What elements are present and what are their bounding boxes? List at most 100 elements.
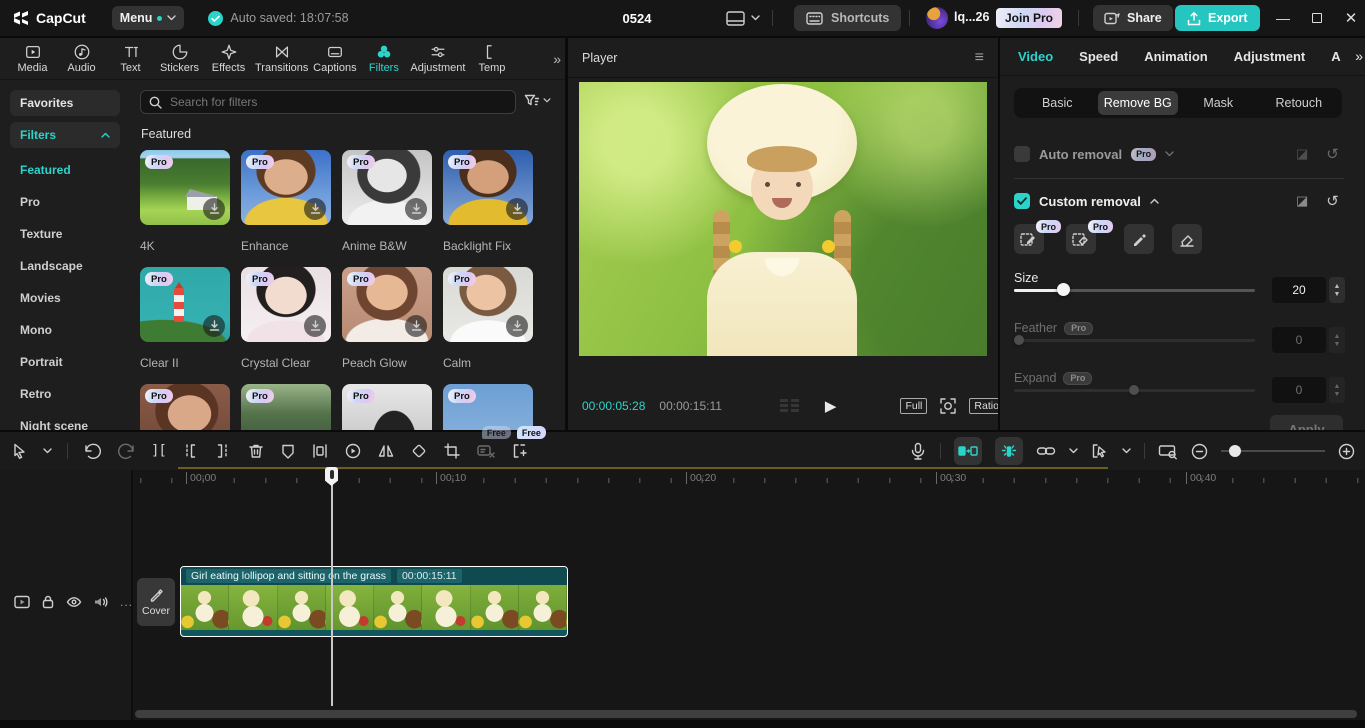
- filter-card-peach-glow[interactable]: Pro Peach Glow: [342, 267, 432, 384]
- tab-filters[interactable]: Filters: [359, 43, 408, 74]
- remove-captions-button[interactable]: Free: [476, 442, 496, 460]
- link-clips-button[interactable]: [1036, 444, 1056, 458]
- layout-switcher[interactable]: [726, 11, 760, 26]
- lock-icon[interactable]: [41, 594, 55, 609]
- expand-slider[interactable]: [1014, 383, 1255, 397]
- snapping-toggle[interactable]: [995, 437, 1023, 465]
- redo-button[interactable]: [117, 443, 136, 460]
- inspector-tabs-overflow-chevron[interactable]: »: [1353, 48, 1363, 64]
- size-slider[interactable]: [1014, 283, 1255, 297]
- crop-button[interactable]: [443, 442, 461, 460]
- apply-button[interactable]: Apply: [1270, 415, 1343, 430]
- delete-left-button[interactable]: [181, 442, 199, 460]
- ratio-button[interactable]: Ratio: [969, 398, 998, 414]
- sidebar-item-mono[interactable]: Mono: [10, 316, 120, 344]
- cover-button[interactable]: Cover: [137, 578, 175, 626]
- eraser-tool[interactable]: [1172, 224, 1202, 254]
- mirror-button[interactable]: [377, 442, 395, 460]
- tabs-overflow-chevron[interactable]: »: [553, 51, 561, 67]
- size-value[interactable]: 20: [1272, 277, 1326, 303]
- download-icon[interactable]: [304, 315, 326, 337]
- filter-card-calm[interactable]: Pro Calm: [443, 267, 533, 384]
- reset-icon[interactable]: ↺: [1326, 192, 1339, 210]
- freeze-frame-button[interactable]: [311, 442, 329, 460]
- chevron-down-icon[interactable]: [1122, 448, 1131, 454]
- timeline-horizontal-scrollbar[interactable]: [135, 710, 1357, 718]
- filter-card[interactable]: Pro: [140, 384, 230, 430]
- sidebar-item-landscape[interactable]: Landscape: [10, 252, 120, 280]
- delete-right-button[interactable]: [214, 442, 232, 460]
- filter-sort-control[interactable]: [524, 93, 551, 107]
- chevron-down-icon[interactable]: [1069, 448, 1078, 454]
- playhead-line[interactable]: [331, 470, 333, 706]
- video-preview[interactable]: [579, 82, 987, 356]
- download-icon[interactable]: [405, 315, 427, 337]
- auto-ripple-toggle[interactable]: [954, 437, 982, 465]
- expand-value[interactable]: 0: [1272, 377, 1326, 403]
- download-icon[interactable]: [304, 198, 326, 220]
- player-menu-icon[interactable]: ≡: [975, 49, 984, 67]
- preview-cursor-button[interactable]: [1091, 443, 1109, 459]
- download-icon[interactable]: [405, 198, 427, 220]
- download-icon[interactable]: [506, 315, 528, 337]
- split-button[interactable]: ][: [151, 443, 166, 459]
- eye-icon[interactable]: [66, 596, 82, 608]
- keyframe-icon[interactable]: ◪: [1296, 193, 1308, 209]
- tab-text[interactable]: Text: [106, 43, 155, 74]
- filter-card-4k[interactable]: Pro 4K: [140, 150, 230, 267]
- size-stepper[interactable]: ▲▼: [1329, 277, 1345, 303]
- sidebar-group-filters[interactable]: Filters: [10, 122, 120, 148]
- speed-button[interactable]: [344, 442, 362, 460]
- select-tool[interactable]: [10, 442, 28, 460]
- feather-slider[interactable]: [1014, 333, 1255, 347]
- tab-adjustment[interactable]: Adjustment: [408, 43, 467, 74]
- filter-card[interactable]: Pro: [342, 384, 432, 430]
- export-button[interactable]: Export: [1175, 5, 1260, 31]
- feather-stepper[interactable]: ▲▼: [1329, 327, 1345, 353]
- sidebar-item-retro[interactable]: Retro: [10, 380, 120, 408]
- auto-removal-checkbox[interactable]: [1014, 146, 1030, 162]
- track-more-button[interactable]: ...: [120, 595, 133, 609]
- feather-value[interactable]: 0: [1272, 327, 1326, 353]
- sidebar-favorites[interactable]: Favorites: [10, 90, 120, 116]
- mark-button[interactable]: [280, 443, 296, 460]
- filter-card-clear-ii[interactable]: Pro Clear II: [140, 267, 230, 384]
- brush-tool[interactable]: [1124, 224, 1154, 254]
- tab-adjustment[interactable]: Adjustment: [1234, 49, 1306, 64]
- filter-card-enhance[interactable]: Pro Enhance: [241, 150, 331, 267]
- tab-effects[interactable]: Effects: [204, 43, 253, 74]
- video-clip[interactable]: Girl eating lollipop and sitting on the …: [180, 566, 568, 637]
- sidebar-item-movies[interactable]: Movies: [10, 284, 120, 312]
- subtab-mask[interactable]: Mask: [1178, 91, 1259, 115]
- sidebar-item-texture[interactable]: Texture: [10, 220, 120, 248]
- subtab-remove-bg[interactable]: Remove BG: [1098, 91, 1179, 115]
- expand-stepper[interactable]: ▲▼: [1329, 377, 1345, 403]
- fit-timeline-button[interactable]: [1158, 443, 1178, 460]
- tab-templates[interactable]: Temp: [467, 43, 516, 74]
- user-avatar[interactable]: [926, 7, 948, 29]
- menu-button[interactable]: Menu: [112, 6, 185, 30]
- sidebar-item-featured[interactable]: Featured: [10, 156, 120, 184]
- tab-speed[interactable]: Speed: [1079, 49, 1118, 64]
- frame-compare-icon[interactable]: [780, 399, 799, 413]
- tab-transitions[interactable]: Transitions: [253, 43, 310, 74]
- shortcuts-button[interactable]: Shortcuts: [794, 5, 901, 31]
- extract-frame-button[interactable]: Free: [511, 442, 529, 460]
- filter-card-crystal-clear[interactable]: Pro Crystal Clear: [241, 267, 331, 384]
- chevron-down-icon[interactable]: [43, 448, 52, 454]
- filter-card-backlight-fix[interactable]: Pro Backlight Fix: [443, 150, 533, 267]
- playhead-handle[interactable]: [325, 467, 338, 486]
- delete-button[interactable]: [247, 442, 265, 460]
- tab-more-truncated[interactable]: A: [1331, 49, 1340, 64]
- filter-card-anime-bw[interactable]: Pro Anime B&W: [342, 150, 432, 267]
- chevron-down-icon[interactable]: [1165, 151, 1174, 157]
- filter-card[interactable]: Pro: [443, 384, 533, 430]
- subtab-retouch[interactable]: Retouch: [1259, 91, 1340, 115]
- play-button[interactable]: ▶: [825, 397, 837, 415]
- tab-animation[interactable]: Animation: [1144, 49, 1208, 64]
- download-icon[interactable]: [506, 198, 528, 220]
- tab-audio[interactable]: Audio: [57, 43, 106, 74]
- reset-icon[interactable]: ↺: [1326, 145, 1339, 163]
- zoom-in-button[interactable]: [1338, 443, 1355, 460]
- tab-captions[interactable]: Captions: [310, 43, 359, 74]
